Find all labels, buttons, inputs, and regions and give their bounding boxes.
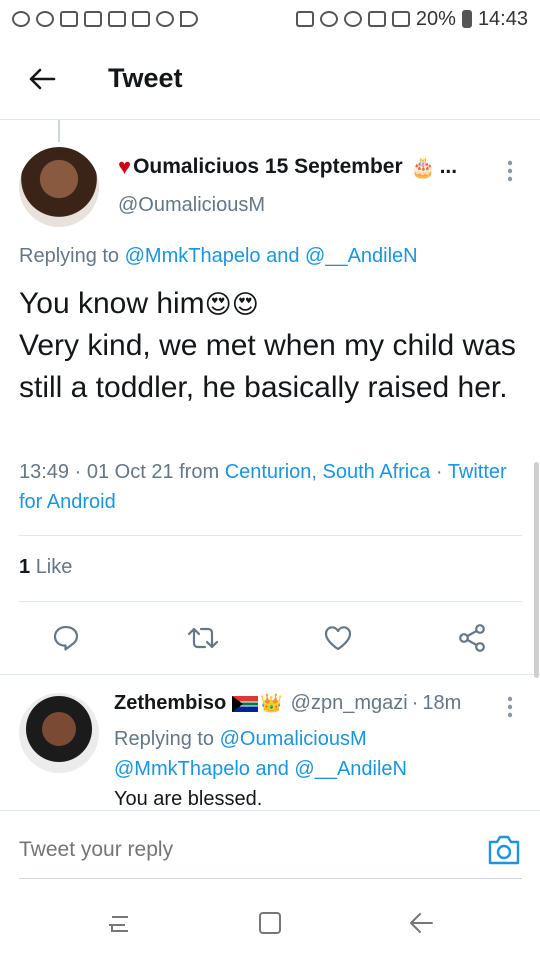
back-chevron-icon	[410, 913, 433, 933]
checkbox-icon	[108, 11, 126, 27]
reply-text: You are blessed.	[114, 788, 263, 810]
home-icon	[259, 912, 281, 934]
mention-link[interactable]: @__AndileN	[305, 245, 418, 267]
like-button[interactable]	[316, 616, 360, 660]
divider	[19, 601, 522, 602]
back-button[interactable]	[12, 49, 72, 109]
clock: 14:43	[477, 7, 528, 30]
reply-replying-to: Replying to @OumaliciousM @MmkThapelo an…	[114, 724, 524, 784]
camera-button[interactable]	[486, 832, 522, 868]
like-count[interactable]: 1 Like	[19, 556, 72, 579]
arrow-left-icon	[29, 68, 56, 89]
top-app-bar: Tweet	[0, 38, 540, 120]
recents-button[interactable]	[104, 908, 134, 938]
signal-icon	[391, 11, 410, 27]
scrollbar[interactable]	[534, 462, 539, 678]
reply-input[interactable]	[19, 838, 459, 862]
birthday-cake-icon: 🎂	[410, 156, 436, 179]
tweet-actions	[0, 616, 540, 660]
mail-icon	[84, 11, 102, 27]
reply-dot: ·	[411, 692, 419, 714]
system-back-button[interactable]	[406, 908, 436, 938]
composer-underline	[19, 878, 522, 879]
like-count-number: 1	[19, 556, 31, 578]
battery-icon	[461, 10, 472, 28]
reply-more-options-button[interactable]	[500, 696, 520, 720]
tweet-meta: 13:49 · 01 Oct 21 from Centurion, South …	[19, 461, 507, 513]
reply-avatar[interactable]	[19, 693, 99, 773]
more-vertical-icon	[507, 696, 513, 718]
section-separator	[0, 674, 540, 675]
tweet-author[interactable]: ♥ Oumaliciuos 15 September 🎂 ...	[118, 154, 518, 180]
mention-link[interactable]: @MmkThapelo	[125, 245, 261, 267]
reply-handle: @zpn_mgazi	[290, 692, 408, 714]
tweet-text-body: Very kind, we met when my child was stil…	[19, 329, 516, 404]
reply-age: 18m	[422, 692, 462, 714]
more-options-button[interactable]	[500, 160, 520, 184]
more-vertical-icon	[507, 160, 513, 182]
gallery-icon	[132, 11, 150, 27]
crown-icon: 👑	[260, 693, 283, 713]
replying-and: and	[266, 245, 300, 267]
wifi-icon	[343, 11, 362, 27]
replying-prefix: Replying to	[19, 245, 120, 267]
battery-percent: 20%	[415, 7, 456, 30]
location-link[interactable]: Centurion, South Africa	[225, 461, 431, 483]
reply-icon	[53, 625, 79, 651]
alarm-icon	[319, 11, 338, 27]
from-label: from	[179, 461, 220, 483]
red-heart-icon: ♥	[118, 154, 132, 179]
avatar[interactable]	[19, 147, 99, 227]
whatsapp-icon	[12, 11, 30, 27]
page-title: Tweet	[108, 63, 183, 93]
share-button[interactable]	[450, 616, 494, 660]
tweet-time: 13:49	[19, 461, 70, 483]
mail-icon	[60, 11, 78, 27]
mute-icon	[295, 11, 314, 27]
reply-display-name: Zethembiso	[114, 692, 227, 714]
camera-icon	[488, 835, 520, 865]
mention-link[interactable]: @MmkThapelo	[114, 758, 250, 780]
display-name: Oumaliciuos 15 September	[133, 155, 403, 178]
tweet-text: You know him😍😍 Very kind, we met when my…	[19, 283, 524, 409]
home-button[interactable]	[255, 908, 285, 938]
tweet-text-line1: You know him	[19, 287, 205, 320]
chat-icon	[36, 11, 54, 27]
tweet-date: 01 Oct 21	[86, 461, 174, 483]
retweet-button[interactable]	[181, 616, 225, 660]
heart-outline-icon	[324, 626, 352, 651]
recents-icon	[109, 916, 128, 932]
reply-button[interactable]	[44, 616, 88, 660]
play-icon	[180, 11, 198, 27]
status-bar: 20% 14:43	[0, 0, 540, 38]
replying-to: Replying to @MmkThapelo and @__AndileN	[19, 245, 418, 268]
system-icons: 20% 14:43	[295, 7, 528, 31]
divider	[19, 535, 522, 536]
reply-composer	[0, 810, 540, 880]
thread-connector	[58, 120, 60, 142]
heart-eyes-emoji: 😍😍	[204, 289, 259, 319]
name-truncation: ...	[439, 155, 458, 178]
notification-icons	[12, 11, 198, 27]
replying-prefix: Replying to	[114, 728, 215, 750]
mention-link[interactable]: @OumaliciousM	[220, 728, 367, 750]
signal-icon	[367, 11, 386, 27]
mention-link[interactable]: @__AndileN	[294, 758, 407, 780]
like-count-label: Like	[35, 556, 73, 578]
south-africa-flag-icon	[232, 695, 259, 712]
reply-author[interactable]: Zethembiso 👑 @zpn_mgazi · 18m	[114, 692, 461, 715]
record-icon	[156, 11, 174, 27]
user-handle[interactable]: @OumaliciousM	[118, 194, 265, 217]
system-navigation-bar	[0, 880, 540, 960]
replying-and: and	[255, 758, 289, 780]
retweet-icon	[187, 627, 219, 649]
share-icon	[459, 624, 485, 652]
